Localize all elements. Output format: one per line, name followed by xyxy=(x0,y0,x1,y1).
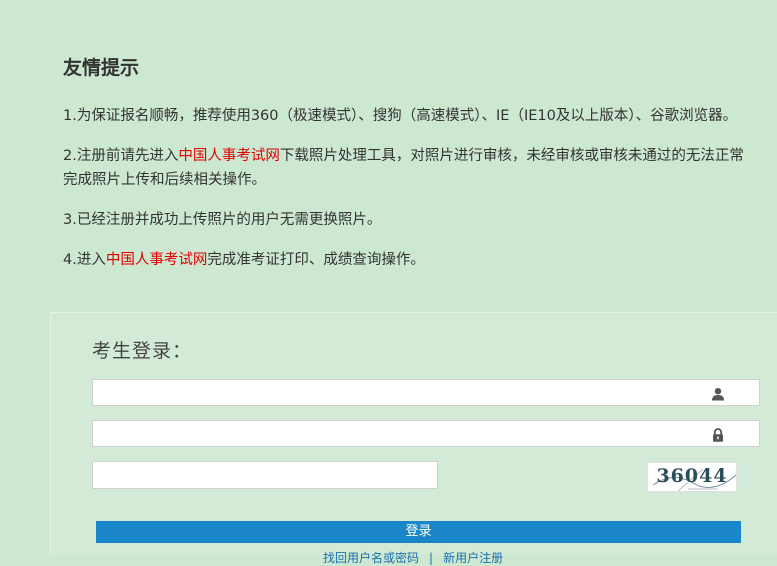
password-field-wrapper xyxy=(92,420,760,447)
login-title: 考生登录： xyxy=(92,340,193,362)
captcha-input[interactable] xyxy=(93,462,437,488)
login-button[interactable]: 登录 xyxy=(96,521,741,543)
password-input[interactable] xyxy=(93,421,759,446)
username-input[interactable] xyxy=(93,380,759,405)
link-separator: | xyxy=(429,551,434,565)
notice-item-2: 2.注册前请先进入中国人事考试网下载照片处理工具，对照片进行审核，未经审核或审核… xyxy=(63,144,753,192)
notice-title: 友情提示 xyxy=(63,57,140,79)
notice-item-3: 3.已经注册并成功上传照片的用户无需更换照片。 xyxy=(63,212,382,228)
notice-item-1: 1.为保证报名顺畅，推荐使用360（极速模式）、搜狗（高速模式）、IE（IE10… xyxy=(63,108,738,124)
user-icon xyxy=(711,386,725,401)
notice-item-4-suffix: 完成准考证打印、成绩查询操作。 xyxy=(207,252,425,268)
notice-section: 友情提示 1.为保证报名顺畅，推荐使用360（极速模式）、搜狗（高速模式）、IE… xyxy=(63,52,753,288)
notice-item-4-prefix: 4.进入 xyxy=(63,252,106,268)
notice-item-2-prefix: 2.注册前请先进入 xyxy=(63,148,179,164)
username-field-wrapper xyxy=(92,379,760,406)
login-links: 找回用户名或密码 | 新用户注册 xyxy=(323,549,503,566)
captcha-field-wrapper xyxy=(92,461,438,489)
cpta-link-2[interactable]: 中国人事考试网 xyxy=(106,252,208,268)
register-link[interactable]: 新用户注册 xyxy=(443,551,503,565)
captcha-code: 36044 xyxy=(656,465,728,487)
lock-icon xyxy=(711,427,725,442)
notice-item-4: 4.进入中国人事考试网完成准考证打印、成绩查询操作。 xyxy=(63,248,753,272)
forgot-password-link[interactable]: 找回用户名或密码 xyxy=(323,551,419,565)
login-panel: 考生登录： 36044 登录 找回用户名或密码 | 新用户注册 xyxy=(50,312,777,565)
captcha-image[interactable]: 36044 xyxy=(647,462,737,492)
cpta-link[interactable]: 中国人事考试网 xyxy=(178,148,280,164)
